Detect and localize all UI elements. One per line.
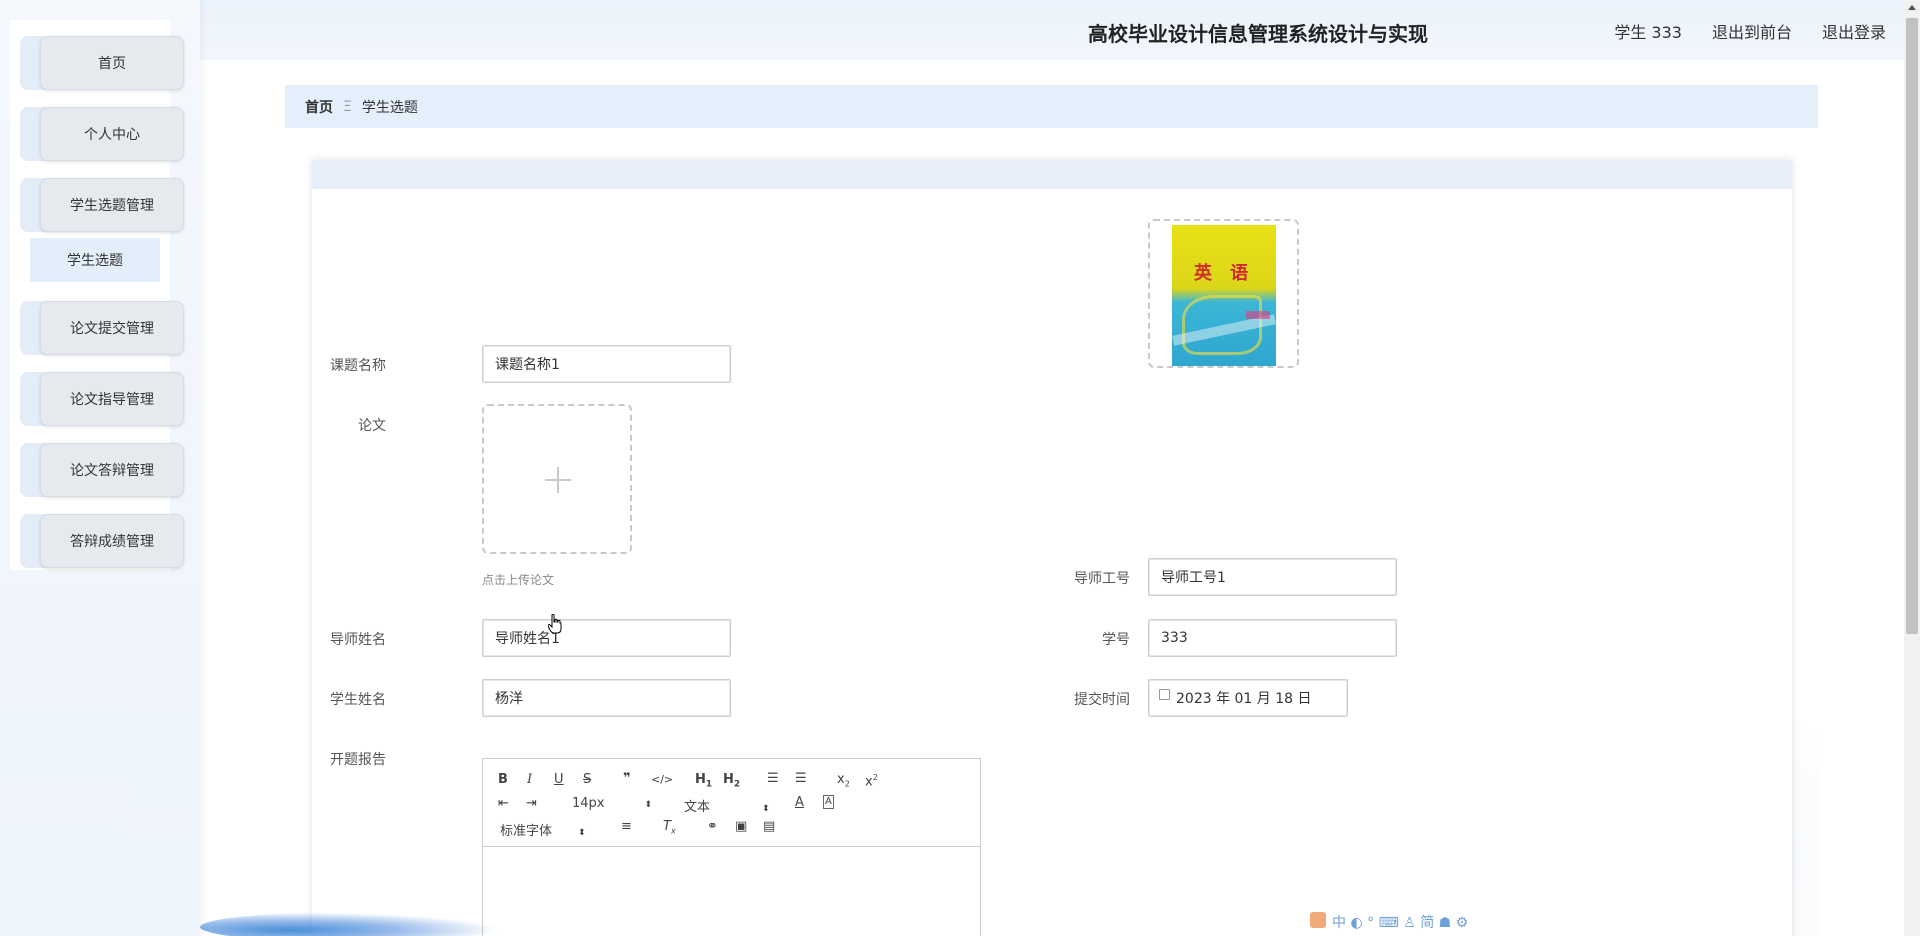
underline-icon[interactable]: U <box>554 772 564 788</box>
font-color-icon[interactable]: A <box>795 795 804 811</box>
tutor-name-input[interactable]: 导师姓名1 <box>482 619 731 657</box>
sidebar-item-paper-submission-management[interactable]: 论文提交管理 <box>20 301 184 355</box>
blockquote-icon[interactable]: ❞ <box>623 771 631 787</box>
sidebar-item-personal-center[interactable]: 个人中心 <box>20 107 184 161</box>
sidebar-subitem-topic-selection[interactable]: 学生选题 <box>30 238 160 282</box>
sidebar-item-label: 首页 <box>98 56 126 72</box>
superscript-icon[interactable]: x2 <box>865 770 878 790</box>
heading-1-icon[interactable]: H1 <box>695 772 712 793</box>
sidebar-item-label: 答辩成绩管理 <box>70 534 154 550</box>
student-name-input[interactable]: 杨洋 <box>482 679 731 717</box>
submit-time-input[interactable]: 2023 年 01 月 18 日 <box>1148 679 1348 717</box>
header-actions: 学生 333 退出到前台 退出登录 <box>1614 19 1886 43</box>
paper-upload-hint: 点击上传论文 <box>482 573 555 587</box>
sidebar-item-home[interactable]: 首页 <box>20 36 184 90</box>
submit-time-label: 提交时间 <box>1074 692 1130 708</box>
scrollbar-thumb[interactable] <box>1906 18 1918 634</box>
italic-icon[interactable]: I <box>527 772 532 788</box>
current-user: 学生 333 <box>1614 23 1682 42</box>
bold-icon[interactable]: B <box>498 772 508 788</box>
form-card-header <box>312 160 1792 189</box>
strikethrough-icon[interactable]: S <box>583 772 591 788</box>
breadcrumb-current: 学生选题 <box>361 99 418 116</box>
sidebar-item-defense-management[interactable]: 论文答辩管理 <box>20 443 184 497</box>
align-icon[interactable]: ≡ <box>621 819 632 835</box>
tutor-name-label: 导师姓名 <box>330 632 386 648</box>
sidebar-item-defense-score-management[interactable]: 答辩成绩管理 <box>20 514 184 568</box>
heading-2-icon[interactable]: H2 <box>723 772 740 793</box>
report-label: 开题报告 <box>330 752 386 768</box>
font-size-value: 14px <box>572 796 605 811</box>
breadcrumb-separator-icon: Ξ <box>343 98 352 115</box>
sidebar-subitem-label: 学生选题 <box>67 253 123 269</box>
ime-logo-icon <box>1310 912 1326 928</box>
student-id-value: 333 <box>1161 630 1188 646</box>
topic-name-label: 课题名称 <box>330 358 386 374</box>
breadcrumb-home[interactable]: 首页 <box>305 97 333 117</box>
student-id-input[interactable]: 333 <box>1148 619 1397 657</box>
calendar-icon <box>1159 688 1170 700</box>
rich-text-editor: B I U S ❞ </> H1 H2 ☰ ☰ x2 x2 ⇤ ⇥ 14px ⬍ … <box>482 758 981 936</box>
ordered-list-icon[interactable]: ☰ <box>767 771 779 787</box>
submit-time-value: 2023 年 01 月 18 日 <box>1176 691 1312 707</box>
student-name-label: 学生姓名 <box>330 692 386 708</box>
scroll-up-arrow-icon[interactable] <box>1908 5 1916 10</box>
indent-icon[interactable]: ⇥ <box>526 796 537 812</box>
font-family-value: 标准字体 <box>500 824 553 839</box>
to-frontend-link[interactable]: 退出到前台 <box>1712 19 1792 43</box>
font-family-select[interactable]: 标准字体 ⬍ <box>500 820 586 839</box>
sidebar-item-topic-selection-management[interactable]: 学生选题管理 <box>20 178 184 232</box>
topic-name-value: 课题名称1 <box>495 357 560 373</box>
logout-link[interactable]: 退出登录 <box>1822 19 1886 43</box>
editor-toolbar: B I U S ❞ </> H1 H2 ☰ ☰ x2 x2 ⇤ ⇥ 14px ⬍ … <box>483 759 980 847</box>
image-icon[interactable]: ▣ <box>735 819 747 835</box>
sidebar-item-label: 学生选题管理 <box>70 198 154 214</box>
student-id-label: 学号 <box>1102 632 1130 648</box>
background-color-icon[interactable]: A <box>823 795 834 809</box>
code-block-icon[interactable]: </> <box>651 772 673 788</box>
block-type-value: 文本 <box>684 800 711 815</box>
background-wave <box>200 912 500 936</box>
cover-image: 英 语 <box>1172 225 1276 366</box>
outdent-icon[interactable]: ⇤ <box>498 796 509 812</box>
tutor-id-label: 导师工号 <box>1074 571 1130 587</box>
sidebar-item-label: 论文提交管理 <box>70 321 154 337</box>
cover-upload[interactable]: 英 语 <box>1148 219 1299 368</box>
header: 高校毕业设计信息管理系统设计与实现 学生 333 退出到前台 退出登录 <box>200 0 1920 60</box>
student-name-value: 杨洋 <box>495 691 523 707</box>
subscript-icon[interactable]: x2 <box>837 772 850 793</box>
paper-label: 论文 <box>358 418 386 434</box>
font-size-select[interactable]: 14px ⬍ <box>572 796 652 811</box>
tutor-id-input[interactable]: 导师工号1 <box>1148 558 1397 596</box>
block-type-select[interactable]: 文本 ⬍ <box>684 796 770 815</box>
topic-name-input[interactable]: 课题名称1 <box>482 345 731 383</box>
sidebar-item-label: 论文指导管理 <box>70 392 154 408</box>
sidebar: 首页 个人中心 学生选题管理 学生选题 论文提交管理 论文指导管理 论文答辩管理… <box>0 0 200 936</box>
bullet-list-icon[interactable]: ☰ <box>795 771 807 787</box>
link-icon[interactable]: ⚭ <box>707 819 718 835</box>
sidebar-item-paper-guidance-management[interactable]: 论文指导管理 <box>20 372 184 426</box>
ime-toolbar-text: 中 ◐ ° ⌨ ♙ 简 ☗ ⚙ <box>1332 915 1469 931</box>
paper-upload-box[interactable] <box>482 404 632 554</box>
tutor-id-value: 导师工号1 <box>1161 570 1226 586</box>
clear-format-icon[interactable]: Tx <box>663 819 676 840</box>
breadcrumb: 首页 Ξ 学生选题 <box>285 85 1818 128</box>
hand-cursor-icon <box>548 614 562 634</box>
ime-toolbar[interactable]: 中 ◐ ° ⌨ ♙ 简 ☗ ⚙ <box>1310 912 1468 932</box>
cover-image-title: 英 语 <box>1193 263 1255 284</box>
sidebar-item-label: 个人中心 <box>84 127 140 143</box>
sidebar-item-label: 论文答辩管理 <box>70 463 154 479</box>
page-title: 高校毕业设计信息管理系统设计与实现 <box>1088 22 1428 46</box>
video-icon[interactable]: ▤ <box>763 819 775 835</box>
